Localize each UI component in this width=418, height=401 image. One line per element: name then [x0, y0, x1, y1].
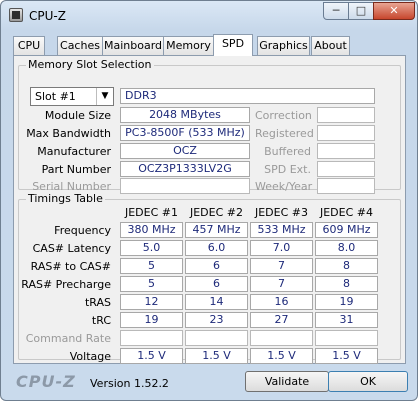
- memory-type-field: DDR3: [120, 88, 375, 104]
- trc-label: tRC: [91, 314, 111, 327]
- tab-memory[interactable]: Memory: [163, 36, 214, 55]
- manufacturer-value: OCZ: [120, 143, 250, 159]
- ok-button[interactable]: OK: [328, 371, 408, 392]
- timing-cell: 533 MHz: [250, 222, 313, 238]
- timing-cell: 23: [185, 312, 248, 328]
- timing-cell: 380 MHz: [120, 222, 183, 238]
- jedec-4-header: JEDEC #4: [319, 206, 373, 219]
- timing-cell: 7: [250, 258, 313, 274]
- memory-slot-group: Memory Slot Selection Slot #1 ▼ DDR3 Mod…: [18, 58, 401, 194]
- timing-cell: 5.0: [120, 240, 183, 256]
- timing-cell: 6.0: [185, 240, 248, 256]
- correction-value: [317, 107, 375, 123]
- tab-graphics[interactable]: Graphics: [257, 36, 310, 55]
- timing-cell: 31: [315, 312, 378, 328]
- voltage-label: Voltage: [69, 350, 111, 363]
- correction-label: Correction: [255, 109, 312, 122]
- ras-to-cas-label: RAS# to CAS#: [30, 260, 111, 273]
- buffered-label: Buffered: [264, 145, 311, 158]
- tab-spd[interactable]: SPD: [213, 34, 253, 56]
- timing-cell: 27: [250, 312, 313, 328]
- tras-label: tRAS: [84, 296, 111, 309]
- minimize-button[interactable]: ─: [323, 2, 349, 20]
- command-rate-label: Command Rate: [25, 332, 111, 345]
- validate-button[interactable]: Validate: [245, 371, 329, 392]
- timing-cell: [315, 330, 378, 346]
- timing-cell: 7: [250, 276, 313, 292]
- timing-cell: 19: [120, 312, 183, 328]
- timing-cell: 1.5 V: [185, 348, 248, 364]
- timing-cell: 7.0: [250, 240, 313, 256]
- jedec-2-header: JEDEC #2: [189, 206, 243, 219]
- week-year-value: [317, 178, 375, 194]
- timing-cell: 12: [120, 294, 183, 310]
- part-number-value: OCZ3P1333LV2G: [120, 161, 250, 177]
- version-label: Version 1.52.2: [90, 377, 169, 390]
- slot-select[interactable]: Slot #1 ▼: [30, 87, 114, 106]
- tab-mainboard[interactable]: Mainboard: [102, 36, 164, 55]
- memory-slot-group-title: Memory Slot Selection: [26, 58, 154, 72]
- timing-cell: 457 MHz: [185, 222, 248, 238]
- frequency-label: Frequency: [54, 224, 111, 237]
- max-bandwidth-label: Max Bandwidth: [26, 127, 111, 140]
- serial-number-value: [120, 178, 250, 194]
- timing-cell: 14: [185, 294, 248, 310]
- module-size-value: 2048 MBytes: [120, 107, 250, 123]
- close-button[interactable]: ✕: [373, 2, 415, 20]
- timing-cell: 8: [315, 258, 378, 274]
- timing-cell: 8.0: [315, 240, 378, 256]
- jedec-1-header: JEDEC #1: [124, 206, 178, 219]
- buffered-value: [317, 143, 375, 159]
- spd-ext-label: SPD Ext.: [264, 163, 311, 176]
- ras-precharge-label: RAS# Precharge: [21, 278, 111, 291]
- timing-cell: 5: [120, 258, 183, 274]
- max-bandwidth-value: PC3-8500F (533 MHz): [120, 125, 250, 141]
- tab-about[interactable]: About: [311, 36, 350, 55]
- timings-group-title: Timings Table: [26, 192, 105, 206]
- chevron-down-icon[interactable]: ▼: [96, 88, 113, 105]
- timing-cell: 1.5 V: [250, 348, 313, 364]
- timing-cell: 8: [315, 276, 378, 292]
- title-bar[interactable]: CPU-Z ─ □ ✕: [1, 1, 417, 31]
- tab-cpu[interactable]: CPU: [13, 36, 45, 55]
- cpuz-logo: CPU-Z: [16, 372, 76, 391]
- spd-ext-value: [317, 161, 375, 177]
- timing-cell: [120, 330, 183, 346]
- timing-cell: 609 MHz: [315, 222, 378, 238]
- timing-cell: [185, 330, 248, 346]
- cpuz-app-icon: [9, 8, 23, 22]
- timing-cell: 19: [315, 294, 378, 310]
- timing-cell: 6: [185, 276, 248, 292]
- timing-cell: 6: [185, 258, 248, 274]
- timing-cell: [250, 330, 313, 346]
- registered-value: [317, 125, 375, 141]
- maximize-button[interactable]: □: [348, 2, 374, 20]
- week-year-label: Week/Year: [255, 180, 313, 193]
- registered-label: Registered: [255, 127, 314, 140]
- cpuz-window: CPU-Z ─ □ ✕ CPU Caches Mainboard Memory …: [0, 0, 418, 401]
- tab-caches[interactable]: Caches: [57, 36, 103, 55]
- timing-cell: 16: [250, 294, 313, 310]
- timing-cell: 1.5 V: [120, 348, 183, 364]
- window-title: CPU-Z: [29, 9, 66, 23]
- spd-panel: Memory Slot Selection Slot #1 ▼ DDR3 Mod…: [13, 55, 406, 364]
- cas-latency-label: CAS# Latency: [32, 242, 111, 255]
- timing-cell: 1.5 V: [315, 348, 378, 364]
- timings-group: Timings Table JEDEC #1 JEDEC #2 JEDEC #3…: [18, 192, 401, 364]
- manufacturer-label: Manufacturer: [37, 145, 111, 158]
- slot-select-value: Slot #1: [35, 90, 76, 103]
- module-size-label: Module Size: [44, 109, 111, 122]
- part-number-label: Part Number: [41, 163, 111, 176]
- jedec-3-header: JEDEC #3: [254, 206, 308, 219]
- timing-cell: 5: [120, 276, 183, 292]
